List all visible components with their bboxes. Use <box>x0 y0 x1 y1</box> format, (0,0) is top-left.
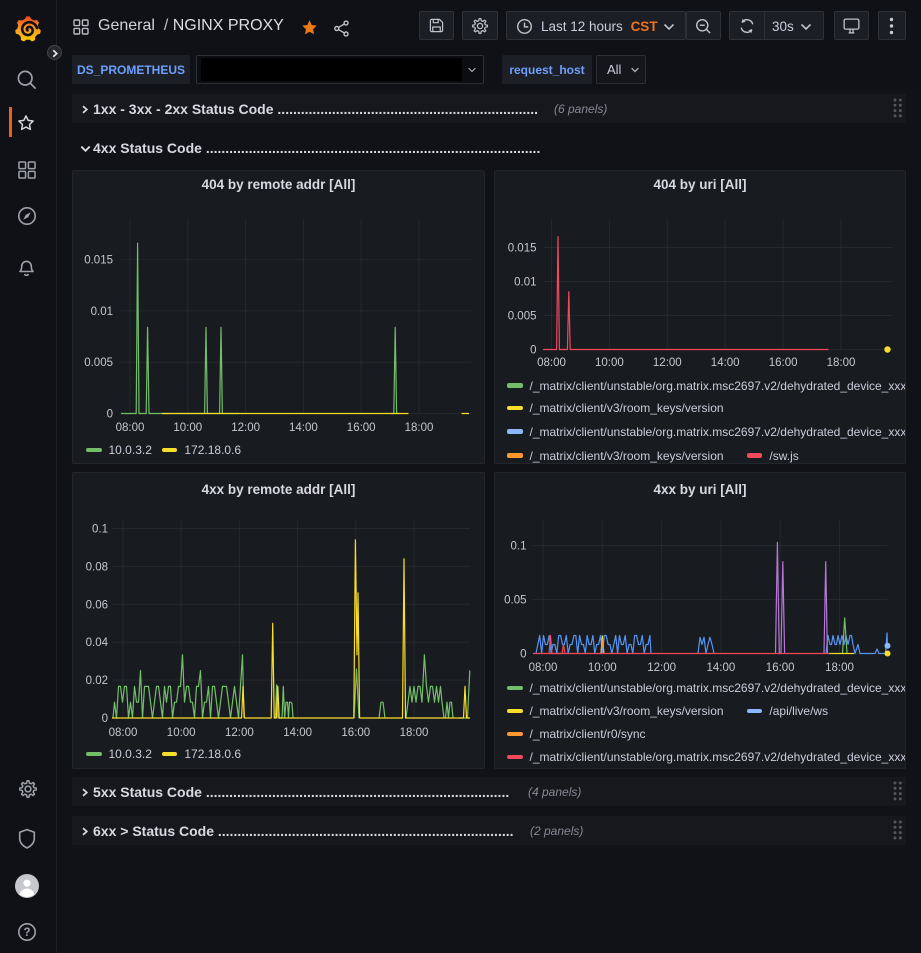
svg-text:10:00: 10:00 <box>588 662 617 674</box>
svg-text:16:00: 16:00 <box>769 357 798 369</box>
svg-text:14:00: 14:00 <box>283 727 312 739</box>
svg-text:0.005: 0.005 <box>508 311 537 323</box>
svg-text:0.005: 0.005 <box>84 357 113 369</box>
svg-text:08:00: 08:00 <box>116 422 145 434</box>
svg-text:14:00: 14:00 <box>711 357 740 369</box>
svg-text:0.1: 0.1 <box>92 524 108 536</box>
svg-text:0: 0 <box>520 649 526 661</box>
svg-text:12:00: 12:00 <box>231 422 260 434</box>
svg-text:12:00: 12:00 <box>653 357 682 369</box>
svg-text:0.05: 0.05 <box>504 595 526 607</box>
svg-text:14:00: 14:00 <box>707 662 736 674</box>
svg-text:14:00: 14:00 <box>289 422 318 434</box>
svg-text:?: ? <box>23 927 30 939</box>
svg-text:0.08: 0.08 <box>86 561 108 573</box>
svg-text:16:00: 16:00 <box>347 422 376 434</box>
svg-text:0: 0 <box>107 409 113 421</box>
svg-text:0.06: 0.06 <box>86 599 108 611</box>
svg-text:12:00: 12:00 <box>647 662 676 674</box>
svg-text:0.01: 0.01 <box>514 277 536 289</box>
svg-text:0: 0 <box>102 713 108 725</box>
svg-text:0.015: 0.015 <box>508 243 537 255</box>
svg-text:18:00: 18:00 <box>825 662 854 674</box>
svg-text:18:00: 18:00 <box>827 357 856 369</box>
svg-text:18:00: 18:00 <box>400 727 429 739</box>
svg-text:12:00: 12:00 <box>225 727 254 739</box>
svg-text:10:00: 10:00 <box>167 727 196 739</box>
svg-text:08:00: 08:00 <box>109 727 138 739</box>
svg-text:10:00: 10:00 <box>595 357 624 369</box>
svg-text:16:00: 16:00 <box>766 662 795 674</box>
svg-text:0.01: 0.01 <box>91 306 113 318</box>
svg-text:0: 0 <box>530 345 536 357</box>
svg-text:08:00: 08:00 <box>537 357 566 369</box>
svg-text:0.02: 0.02 <box>86 675 108 687</box>
svg-text:08:00: 08:00 <box>529 662 558 674</box>
svg-text:0.04: 0.04 <box>86 637 109 649</box>
svg-text:0.015: 0.015 <box>84 255 113 267</box>
svg-text:10:00: 10:00 <box>173 422 202 434</box>
svg-text:0.1: 0.1 <box>511 541 527 553</box>
svg-text:16:00: 16:00 <box>341 727 370 739</box>
svg-text:18:00: 18:00 <box>405 422 434 434</box>
